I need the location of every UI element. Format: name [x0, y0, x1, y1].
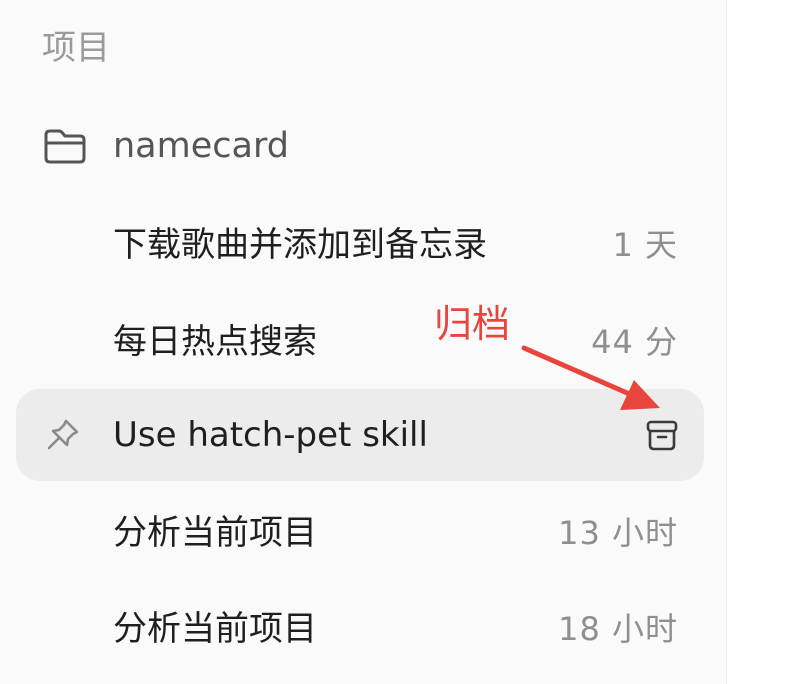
archive-button[interactable]: [642, 415, 682, 455]
thread-item[interactable]: 分析当前项目 13 小时: [16, 487, 704, 579]
archive-icon: [646, 420, 678, 451]
folder-icon: [44, 129, 86, 164]
thread-item[interactable]: 分析当前项目 18 小时: [16, 583, 704, 675]
project-name: namecard: [113, 126, 289, 166]
thread-time: 1 天: [612, 226, 678, 264]
thread-title: 下载歌曲并添加到备忘录: [113, 225, 487, 265]
thread-title: 分析当前项目: [113, 609, 317, 649]
thread-time: 18 小时: [558, 610, 678, 648]
annotation-label: 归档: [434, 302, 511, 346]
project-folder-row[interactable]: namecard: [40, 116, 289, 176]
thread-title: 分析当前项目: [113, 513, 317, 553]
sidebar-panel: 项目 namecard 下载歌曲并添加到备忘录 1 天 每日热点搜索 44 分 …: [0, 0, 727, 684]
annotation-arrow-icon: [521, 345, 660, 410]
thread-item[interactable]: 下载歌曲并添加到备忘录 1 天: [16, 199, 704, 291]
section-title: 项目: [42, 28, 110, 68]
pin-icon[interactable]: [44, 416, 82, 454]
thread-time: 13 小时: [558, 514, 678, 552]
thread-title: 每日热点搜索: [113, 322, 317, 362]
thread-title: Use hatch-pet skill: [113, 415, 428, 455]
